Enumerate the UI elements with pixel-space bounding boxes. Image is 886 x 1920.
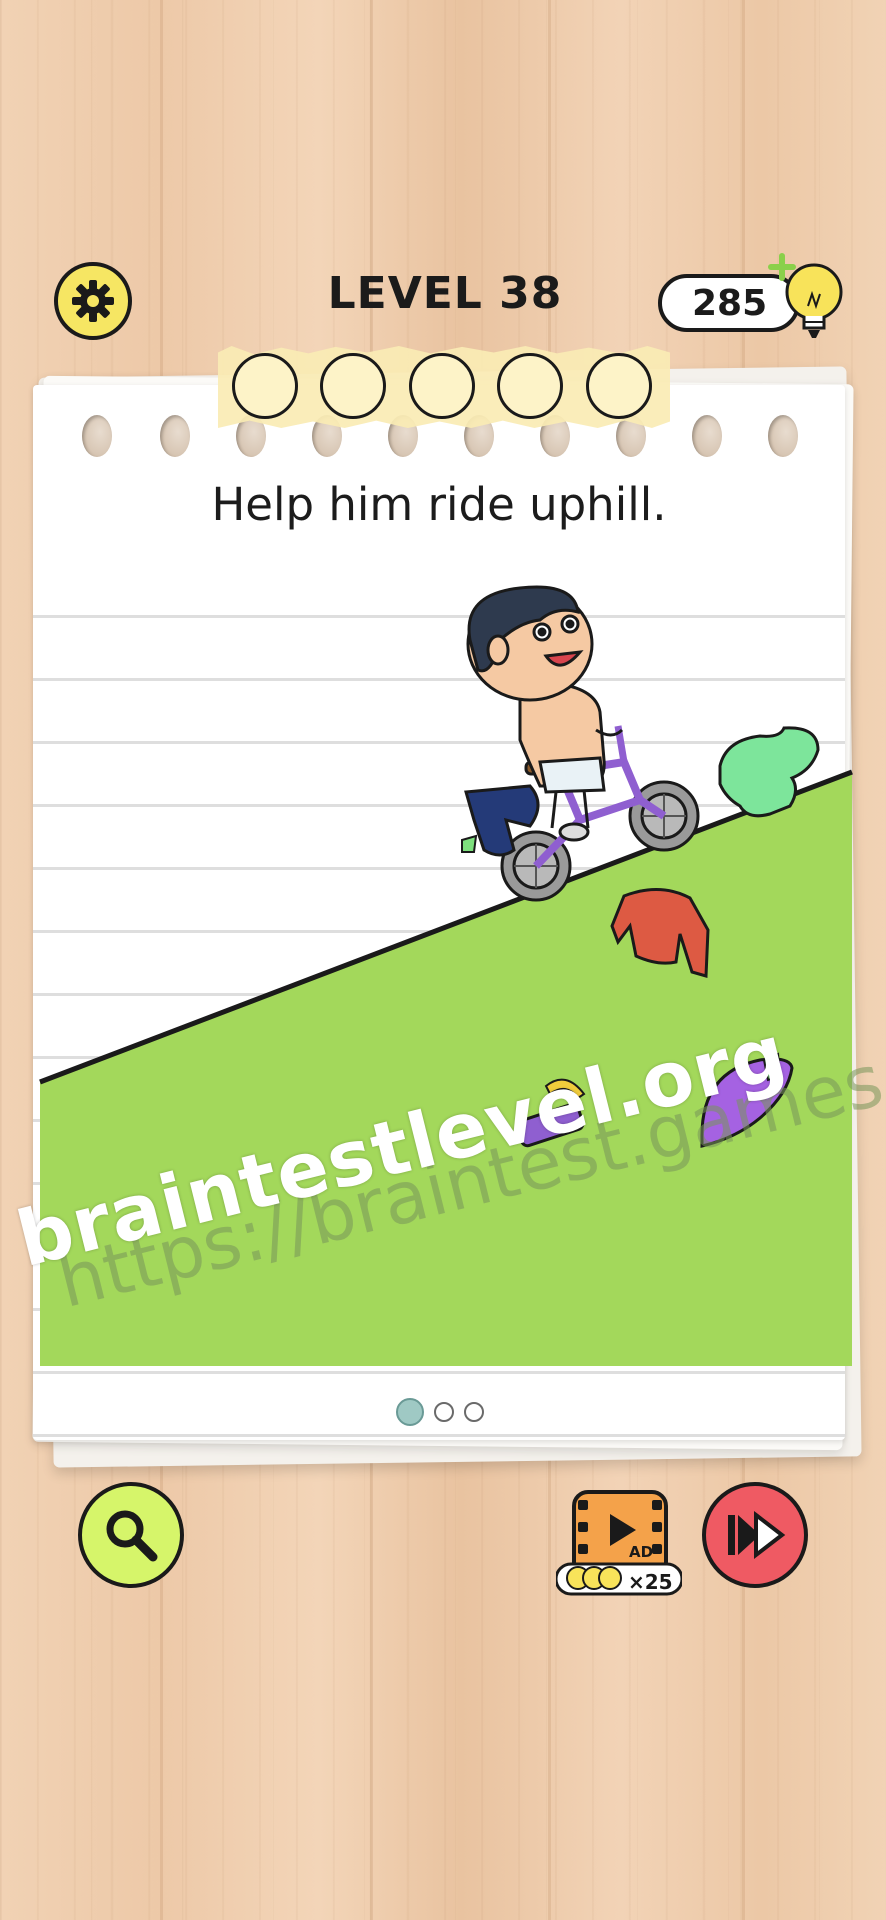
lightbulbs-icon bbox=[566, 1566, 622, 1590]
skip-icon bbox=[728, 1510, 786, 1560]
skip-level-button[interactable] bbox=[702, 1482, 808, 1588]
page-dot-active[interactable] bbox=[396, 1398, 424, 1426]
ad-label: AD bbox=[629, 1543, 654, 1561]
page-dot[interactable] bbox=[434, 1402, 454, 1422]
green-leaf-small bbox=[461, 834, 478, 853]
search-button[interactable] bbox=[78, 1482, 184, 1588]
page-indicator bbox=[396, 1398, 484, 1426]
magnifier-icon bbox=[106, 1510, 158, 1562]
page-dot[interactable] bbox=[464, 1402, 484, 1422]
ad-reward-count: ×25 bbox=[628, 1570, 673, 1594]
